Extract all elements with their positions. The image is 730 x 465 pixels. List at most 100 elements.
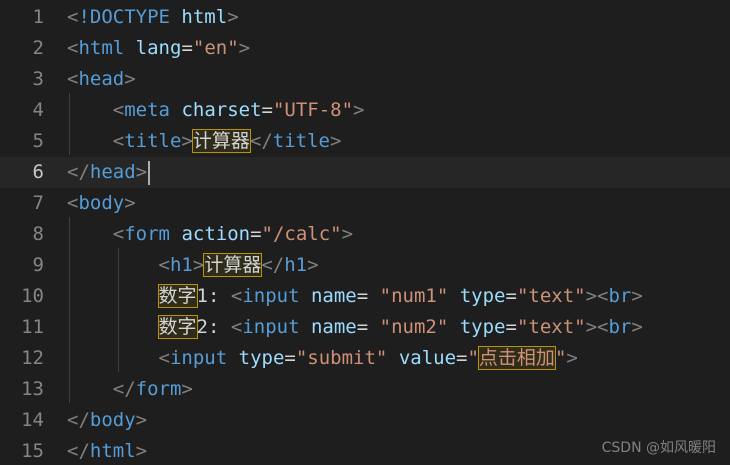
code-token: > (181, 378, 193, 400)
code-line[interactable]: 6 </head> (0, 157, 730, 188)
code-token: = (505, 285, 517, 307)
code-token: > (192, 254, 205, 276)
code-token: name (310, 316, 357, 338)
code-token: "/calc" (261, 223, 342, 245)
line-code: <html lang="en"> (67, 33, 250, 64)
code-token: h1 (284, 254, 308, 276)
text-cursor (148, 160, 151, 185)
code-token: </ (249, 130, 273, 152)
watermark: CSDN @如风暖阳 (601, 440, 716, 456)
line-code: <head> (67, 64, 136, 95)
code-line[interactable]: 3 <head> (0, 64, 730, 95)
line-code: </body> (67, 405, 147, 436)
line-code: <input type="submit" value="点击相加"> (67, 343, 578, 374)
code-token: < (112, 130, 125, 152)
code-token: </ (261, 254, 285, 276)
code-token: < (112, 99, 125, 121)
code-token: < (67, 192, 79, 214)
code-token: = (261, 99, 273, 121)
line-number: 12 (21, 347, 44, 369)
code-token: title (272, 130, 330, 152)
code-token: form (124, 223, 170, 245)
code-token: < (158, 347, 170, 369)
code-line[interactable]: 9 <h1>计算器</h1> (0, 250, 730, 281)
line-code: 数字2: <input name= "num2" type="text"><br… (67, 312, 643, 343)
code-token: body (78, 192, 125, 214)
line-code: </form> (67, 374, 193, 405)
code-line[interactable]: 11 数字2: <input name= "num2" type="text">… (0, 312, 730, 343)
code-token: = (284, 347, 296, 369)
code-token: value (398, 347, 457, 369)
line-number: 11 (21, 316, 44, 338)
code-line[interactable]: 1 <!DOCTYPE html> (0, 2, 730, 33)
code-token: "UTF-8" (272, 99, 354, 121)
code-line[interactable]: 8 <form action="/calc"> (0, 219, 730, 250)
code-line[interactable]: 7 <body> (0, 188, 730, 219)
code-line[interactable]: 12 <input type="submit" value="点击相加"> (0, 343, 730, 374)
line-number: 8 (32, 223, 44, 245)
code-token: " (554, 347, 567, 369)
code-token: > (353, 99, 365, 121)
code-token: < (112, 223, 125, 245)
code-token: type (459, 316, 506, 338)
line-code: </head> (67, 157, 151, 188)
code-token: 1: (196, 285, 231, 307)
line-code: <meta charset="UTF-8"> (67, 95, 365, 126)
line-code: <!DOCTYPE html> (67, 2, 239, 33)
code-token: input (242, 316, 300, 338)
code-token: > (227, 6, 239, 28)
code-token: lang (135, 37, 182, 59)
line-number: 9 (32, 254, 44, 276)
code-token: !DOCTYPE (78, 6, 170, 28)
code-line[interactable]: 4 <meta charset="UTF-8"> (0, 95, 730, 126)
code-token: action (181, 223, 251, 245)
code-token: </ (112, 378, 136, 400)
line-number: 1 (32, 6, 44, 28)
line-number: 7 (32, 192, 44, 214)
line-code: </html> (67, 436, 147, 465)
code-token: = (356, 316, 380, 338)
code-line[interactable]: 14 </body> (0, 405, 730, 436)
code-token: > (135, 440, 148, 462)
line-number: 15 (21, 440, 44, 462)
code-token: form (135, 378, 182, 400)
code-token: > (135, 161, 148, 183)
line-code: 数字1: <input name= "num1" type="text"><br… (67, 281, 643, 312)
code-token: 2: (196, 316, 231, 338)
code-line[interactable]: 2 <html lang="en"> (0, 33, 730, 64)
highlighted-text: 数字 (157, 315, 198, 339)
code-token: = (181, 37, 193, 59)
code-token: br (608, 285, 632, 307)
code-token: "text" (516, 316, 586, 338)
code-token: body (89, 409, 136, 431)
line-code: <h1>计算器</h1> (67, 250, 319, 281)
line-number: 4 (32, 99, 44, 121)
code-line[interactable]: 5 <title>计算器</title> (0, 126, 730, 157)
code-line[interactable]: 13 </form> (0, 374, 730, 405)
code-token: input (169, 347, 228, 369)
code-token: type (459, 285, 506, 307)
code-token: > (631, 285, 643, 307)
code-token: > (238, 37, 251, 59)
code-token: html (78, 37, 125, 59)
code-editor[interactable]: 1 <!DOCTYPE html> 2 <html lang="en"> 3 <head>… (0, 0, 730, 465)
code-token: > (329, 130, 342, 152)
code-token: </ (67, 440, 90, 462)
code-token: br (608, 316, 632, 338)
highlighted-text: 计算器 (203, 253, 263, 277)
code-token: > (124, 192, 136, 214)
code-line[interactable]: 10 数字1: <input name= "num1" type="text">… (0, 281, 730, 312)
